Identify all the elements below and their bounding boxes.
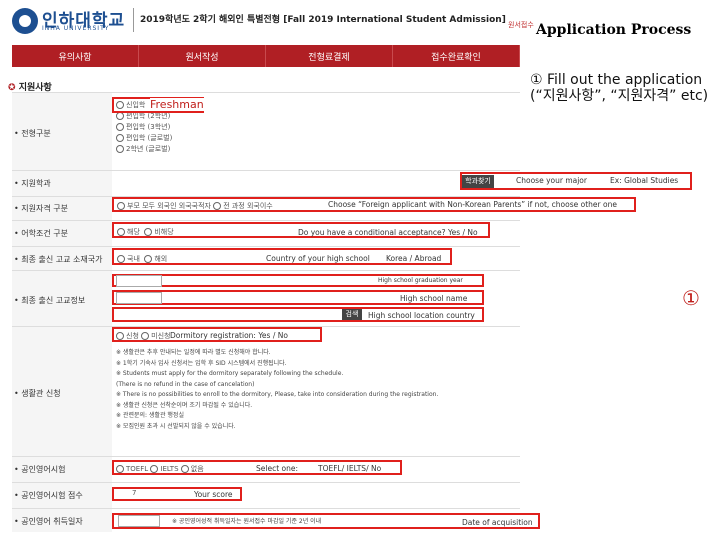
label-language-test: • 공인영어시험 (14, 465, 66, 474)
conditional-hint: Do you have a conditional acceptance? Ye… (298, 228, 478, 237)
search-button[interactable]: 검색 (342, 309, 362, 320)
radio-icon (116, 332, 124, 340)
label-qualification: • 지원자격 구분 (14, 204, 68, 213)
radio-option[interactable]: 편입학 (3학년) (116, 122, 172, 133)
radio-icon (141, 332, 150, 340)
step-instruction: ① Fill out the application (“지원사항”, “지원자… (530, 72, 709, 104)
qualification-options[interactable]: 부모 모두 외국인 외국국적자 전 과정 외국이수 (117, 201, 273, 211)
radio-option[interactable]: 2학년 (글로벌) (116, 144, 172, 155)
radio-icon (117, 255, 125, 263)
university-logo-icon (12, 8, 38, 34)
label-admission-type: • 전형구분 (14, 129, 51, 138)
date-hint: Date of acquisition (462, 518, 533, 527)
radio-icon (116, 465, 124, 473)
label-highschool: • 최종 출신 고교정보 (14, 296, 86, 305)
score-input[interactable]: 7 (132, 489, 136, 497)
label-major: • 지원학과 (14, 179, 51, 188)
select-one-hint: Select one: (256, 464, 299, 473)
radio-icon (180, 465, 189, 473)
dorm-options[interactable]: 신청 미신청 (116, 331, 170, 341)
hs-name-input[interactable] (116, 292, 162, 304)
qualification-hint: Choose “Foreign applicant with Non-Korea… (328, 200, 617, 209)
radio-icon (117, 202, 125, 210)
radio-icon (116, 145, 124, 153)
date-input[interactable] (118, 515, 160, 527)
score-hint: Your score (194, 490, 233, 499)
country-options[interactable]: 국내 해외 (117, 254, 167, 264)
label-conditional: • 어학조건 구분 (14, 229, 68, 238)
label-dormitory: • 생활관 신청 (14, 389, 61, 398)
dorm-notes: ※ 생활관은 추후 안내되는 일정에 따라 별도 신청해야 합니다. ※ 1학기… (116, 349, 439, 430)
radio-icon (144, 255, 153, 263)
header-right-label: 원서접수 (508, 21, 534, 29)
conditional-options[interactable]: 해당 비해당 (117, 227, 174, 237)
radio-icon (116, 123, 124, 131)
header-divider (133, 8, 134, 32)
nav-tab-application[interactable]: 원서작성 (139, 45, 266, 67)
grad-year-hint: High school graduation year (378, 277, 463, 284)
step-nav: 유의사항 원서작성 전형료결제 접수완료확인 (12, 45, 520, 67)
nav-tab-notice[interactable]: 유의사항 (12, 45, 139, 67)
country-options-hint: Korea / Abroad (386, 254, 442, 263)
logo-english: INHA UNIVERSITY (42, 25, 110, 32)
country-hint: Country of your high school (266, 254, 370, 263)
major-hint: Choose your major (516, 176, 587, 185)
freshman-annotation: Freshman (150, 98, 204, 111)
step-marker: ① (682, 286, 700, 310)
date-note: ※ 공인영어성적 취득일자는 원서접수 마감일 기준 2년 이내 (172, 518, 322, 525)
nav-tab-payment[interactable]: 전형료결제 (266, 45, 393, 67)
label-score: • 공인영어시험 점수 (14, 491, 83, 500)
radio-icon (144, 228, 153, 236)
radio-icon (116, 134, 124, 142)
header-title: 2019학년도 2학기 해외인 특별전형 [Fall 2019 Internat… (140, 15, 506, 25)
hs-country-hint: High school location country (368, 311, 475, 320)
major-example: Ex: Global Studies (610, 176, 679, 185)
radio-icon (117, 228, 125, 236)
dorm-hint: Dormitory registration: Yes / No (170, 331, 288, 340)
nav-tab-confirm[interactable]: 접수완료확인 (393, 45, 520, 67)
test-options[interactable]: TOEFL IELTS 없음 (116, 464, 204, 474)
grad-year-input[interactable] (116, 275, 162, 287)
label-country: • 최종 출신 고교 소재국가 (14, 255, 103, 264)
slide-title: Application Process (534, 22, 694, 38)
radio-icon (213, 202, 222, 210)
radio-icon (116, 112, 124, 120)
test-options-hint: TOEFL/ IELTS/ No (318, 464, 382, 473)
radio-icon (150, 465, 159, 473)
radio-option[interactable]: 편입학 (글로벌) (116, 133, 172, 144)
label-acquired-date: • 공인영어 취득일자 (14, 517, 83, 526)
hs-name-hint: High school name (400, 294, 468, 303)
